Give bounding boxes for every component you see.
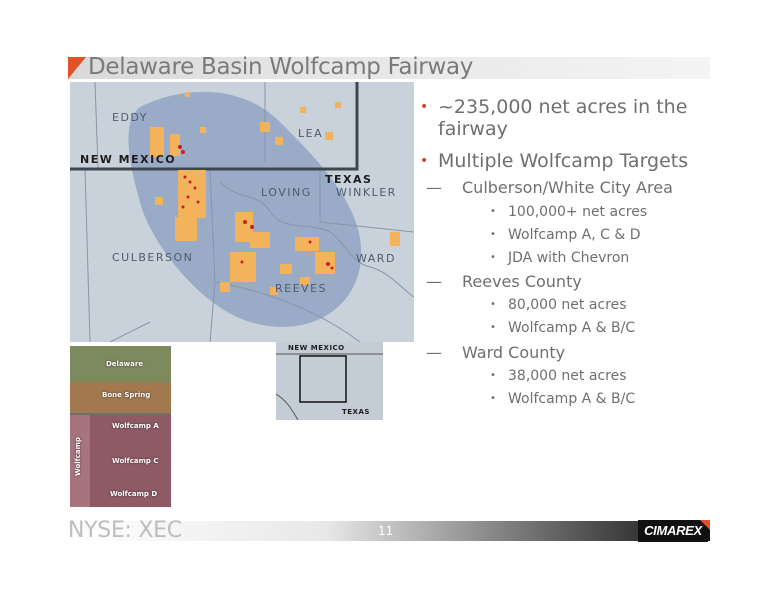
strat-label-wolfcamp-a: Wolfcamp A: [112, 422, 159, 430]
page-number: 11: [378, 524, 394, 538]
sub-dot: •: [490, 299, 496, 310]
sub-bullet-ward-text: Ward County: [462, 343, 566, 362]
detail-text: Wolfcamp A & B/C: [508, 391, 636, 407]
inset-label-new-mexico: NEW MEXICO: [288, 344, 345, 352]
strat-label-wolfcamp: Wolfcamp: [74, 437, 82, 476]
inset-map: NEW MEXICO TEXAS: [276, 342, 383, 420]
sub-bullet-reeves-text: Reeves County: [462, 272, 582, 291]
detail-item: • 80,000 net acres: [490, 297, 627, 313]
map-label-eddy: EDDY: [112, 111, 149, 124]
inset-label-texas: TEXAS: [342, 408, 370, 416]
map-label-ward: WARD: [356, 252, 396, 265]
detail-item: • Wolfcamp A & B/C: [490, 320, 635, 336]
strat-label-delaware: Delaware: [106, 360, 144, 368]
map-label-texas: TEXAS: [325, 173, 373, 186]
bullet-targets-text: Multiple Wolfcamp Targets: [438, 150, 689, 172]
detail-text: Wolfcamp A, C & D: [508, 227, 641, 243]
sub-dot: •: [490, 370, 496, 381]
map-label-reeves: REEVES: [275, 282, 328, 295]
sub-dot: •: [490, 229, 496, 240]
sub-dot: •: [490, 252, 496, 263]
sub-bullet-reeves: — Reeves County: [426, 272, 582, 291]
bullet-dot: •: [420, 153, 429, 169]
map-label-lea: LEA: [298, 127, 324, 140]
detail-text: Wolfcamp A & B/C: [508, 320, 636, 336]
detail-item: • Wolfcamp A & B/C: [490, 391, 635, 407]
sub-dot: •: [490, 393, 496, 404]
detail-item: • 38,000 net acres: [490, 368, 627, 384]
sub-dot: •: [490, 322, 496, 333]
stratigraphic-column: Delaware Bone Spring Wolfcamp A Wolfcamp…: [70, 346, 171, 507]
dash-glyph: —: [426, 272, 442, 291]
title-accent-triangle: [68, 57, 86, 79]
detail-item: • Wolfcamp A, C & D: [490, 227, 641, 243]
sub-bullet-culberson-text: Culberson/White City Area: [462, 178, 673, 197]
dash-glyph: —: [426, 343, 442, 362]
detail-item: • 100,000+ net acres: [490, 204, 647, 220]
bullet-acreage-text: ~235,000 net acres in the fairway: [438, 96, 688, 140]
slide-title: Delaware Basin Wolfcamp Fairway: [88, 54, 474, 80]
detail-text: 80,000 net acres: [508, 297, 627, 313]
detail-text: 100,000+ net acres: [508, 204, 648, 220]
detail-text: JDA with Chevron: [508, 250, 630, 266]
map-label-winkler: WINKLER: [336, 186, 397, 199]
cimarex-logo: CIMAREX: [638, 520, 708, 542]
map-label-new-mexico: NEW MEXICO: [80, 153, 177, 166]
bullet-acreage: • ~235,000 net acres in the fairway: [420, 96, 710, 140]
dash-glyph: —: [426, 178, 442, 197]
bullet-targets: • Multiple Wolfcamp Targets: [420, 150, 710, 172]
sub-dot: •: [490, 206, 496, 217]
detail-text: 38,000 net acres: [508, 368, 627, 384]
strat-label-wolfcamp-c: Wolfcamp C: [112, 457, 159, 465]
map-label-culberson: CULBERSON: [112, 251, 194, 264]
strat-label-bone-spring: Bone Spring: [102, 391, 151, 399]
map-label-loving: LOVING: [261, 186, 312, 199]
strat-label-wolfcamp-d: Wolfcamp D: [110, 490, 158, 498]
basin-map: EDDY LEA NEW MEXICO TEXAS LOVING WINKLER…: [70, 82, 414, 342]
bullet-dot: •: [420, 99, 429, 115]
inset-highlight-box: [299, 355, 347, 403]
sub-bullet-culberson: — Culberson/White City Area: [426, 178, 673, 197]
footer-ticker: NYSE: XEC: [68, 518, 182, 543]
logo-accent-triangle: [700, 520, 710, 530]
detail-item: • JDA with Chevron: [490, 250, 629, 266]
sub-bullet-ward: — Ward County: [426, 343, 565, 362]
